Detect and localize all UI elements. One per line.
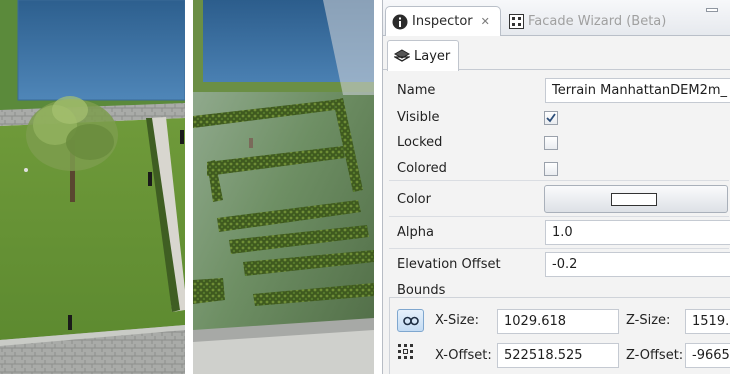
close-icon[interactable]: ✕ — [481, 15, 490, 28]
x-offset-label: X-Offset: — [435, 348, 492, 363]
visible-row: Visible — [383, 105, 730, 131]
chain-link-icon — [402, 316, 419, 325]
person — [249, 138, 253, 148]
alpha-label: Alpha — [397, 225, 434, 240]
checkmark-icon — [546, 113, 556, 123]
scene-viewport-left[interactable] — [0, 0, 185, 374]
person — [148, 172, 152, 186]
inspector-subtabbar: Layer — [383, 36, 730, 71]
info-icon — [392, 14, 408, 30]
tab-facade-wizard[interactable]: Facade Wizard (Beta) — [503, 6, 672, 36]
locked-row: Locked — [383, 130, 730, 156]
color-swatch — [611, 193, 657, 206]
alpha-field[interactable]: 1.0 — [545, 220, 730, 245]
elevation-offset-row: Elevation Offset -0.2 — [383, 252, 730, 278]
colored-checkbox[interactable] — [544, 162, 558, 176]
layer-icon — [394, 49, 410, 63]
name-field[interactable]: Terrain ManhattanDEM2m_ — [545, 78, 730, 103]
z-size-field[interactable]: 1519. — [685, 309, 730, 334]
x-size-label: X-Size: — [435, 313, 480, 328]
bounds-title: Bounds — [397, 283, 446, 298]
color-row: Color — [383, 185, 730, 213]
tab-inspector-label: Inspector — [412, 14, 473, 29]
elevation-offset-field[interactable]: -0.2 — [545, 252, 730, 277]
z-size-label: Z-Size: — [626, 313, 671, 328]
colored-label: Colored — [397, 161, 447, 176]
inspector-panel: Inspector ✕ Facade Wizard (Beta) Layer N… — [382, 0, 730, 374]
scene-viewport-right[interactable] — [193, 0, 374, 374]
view-tabbar: Inspector ✕ Facade Wizard (Beta) — [383, 0, 730, 36]
visible-checkbox[interactable] — [544, 111, 558, 125]
subtab-layer[interactable]: Layer — [387, 40, 459, 71]
building-facade — [18, 0, 185, 100]
x-offset-field[interactable]: 522518.525 — [497, 343, 619, 368]
z-offset-field[interactable]: -9665 — [685, 343, 730, 368]
tab-facade-wizard-label: Facade Wizard (Beta) — [528, 13, 667, 29]
offset-grid-icon[interactable] — [397, 343, 415, 364]
visible-label: Visible — [397, 110, 440, 125]
locked-label: Locked — [397, 135, 443, 150]
tab-inspector[interactable]: Inspector ✕ — [385, 6, 501, 36]
name-row: Name Terrain ManhattanDEM2m_ — [383, 78, 730, 104]
name-label: Name — [397, 83, 436, 98]
person — [68, 315, 72, 330]
subtab-layer-label: Layer — [414, 48, 451, 64]
divider — [389, 180, 729, 181]
person — [180, 130, 184, 144]
divider — [389, 248, 729, 249]
color-picker-button[interactable] — [544, 185, 728, 213]
color-label: Color — [397, 192, 431, 207]
alpha-row: Alpha 1.0 — [383, 220, 730, 246]
z-offset-label: Z-Offset: — [626, 348, 684, 363]
locked-checkbox[interactable] — [544, 136, 558, 150]
x-size-field[interactable]: 1029.618 — [497, 309, 619, 334]
colored-row: Colored — [383, 156, 730, 182]
link-bounds-button[interactable] — [397, 309, 424, 332]
facade-wizard-icon — [509, 13, 524, 29]
minimize-icon[interactable] — [706, 8, 718, 12]
divider — [389, 216, 729, 217]
elevation-offset-label: Elevation Offset — [397, 257, 501, 272]
